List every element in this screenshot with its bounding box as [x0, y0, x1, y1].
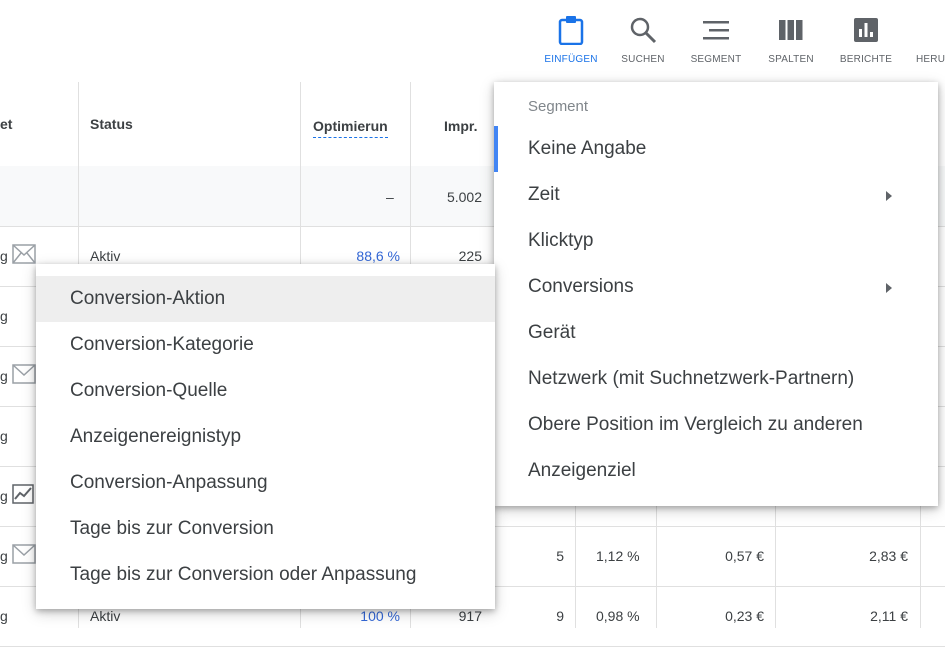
header-col0[interactable]: et — [0, 116, 12, 132]
row-cpc: 0,23 € — [725, 608, 764, 624]
conversions-submenu: Conversion-Aktion Conversion-Kategorie C… — [36, 264, 495, 609]
submenu-item-days-to-conversion-or-adjustment[interactable]: Tage bis zur Conversion oder Anpassung — [36, 552, 495, 598]
segment-item-network[interactable]: Netzwerk (mit Suchnetzwerk-Partnern) — [494, 356, 938, 402]
segment-item-label: Klicktyp — [528, 230, 594, 251]
submenu-item-label: Conversion-Aktion — [70, 288, 226, 309]
segment-item-label: Anzeigenziel — [528, 460, 636, 481]
submenu-item-label: Conversion-Anpassung — [70, 472, 268, 493]
segment-item-label: Keine Angabe — [528, 138, 647, 159]
segment-item-ad-goal[interactable]: Anzeigenziel — [494, 448, 938, 494]
segment-item-device[interactable]: Gerät — [494, 310, 938, 356]
submenu-item-label: Conversion-Kategorie — [70, 334, 254, 355]
row-col0: g — [0, 428, 8, 444]
row-optimization[interactable]: 88,6 % — [330, 248, 400, 264]
email-icon — [12, 544, 36, 567]
columns-icon — [756, 14, 826, 46]
total-impressions: 5.002 — [446, 189, 482, 205]
header-optimization-label: Optimierun — [313, 118, 388, 138]
chevron-right-icon — [886, 191, 892, 201]
segment-item-label: Gerät — [528, 322, 576, 343]
submenu-item-label: Tage bis zur Conversion oder Anpassung — [70, 564, 417, 585]
row-status: Aktiv — [90, 248, 121, 264]
row-col0: g — [0, 368, 8, 384]
clipboard-icon — [536, 14, 606, 46]
submenu-item-label: Anzeigenereignistyp — [70, 426, 242, 447]
trend-icon — [12, 484, 34, 507]
row-clicks: 5 — [556, 548, 564, 564]
segment-menu-header: Segment — [528, 98, 589, 115]
download-icon — [904, 14, 945, 46]
chevron-right-icon — [886, 283, 892, 293]
segment-item-none[interactable]: Keine Angabe — [494, 126, 938, 172]
row-col0: g — [0, 488, 8, 504]
header-impressions[interactable]: Impr. — [444, 118, 477, 134]
submenu-item-conversion-category[interactable]: Conversion-Kategorie — [36, 322, 495, 368]
row-col0: g — [0, 548, 8, 564]
insert-label: EINFÜGEN — [544, 54, 598, 65]
segment-item-top-position[interactable]: Obere Position im Vergleich zu anderen — [494, 402, 938, 448]
submenu-item-conversion-adjustment[interactable]: Conversion-Anpassung — [36, 460, 495, 506]
segment-item-label: Obere Position im Vergleich zu anderen — [528, 414, 863, 435]
row-cost: 2,11 € — [870, 608, 908, 624]
row-ctr: 1,12 % — [596, 548, 640, 564]
columns-label: SPALTEN — [768, 54, 814, 65]
segment-icon — [681, 14, 751, 46]
row-optimization[interactable]: 100 % — [330, 608, 400, 624]
row-col0: g — [0, 608, 8, 624]
download-button[interactable]: HERU — [904, 14, 945, 65]
row-status: Aktiv — [90, 608, 121, 624]
row-ctr: 0,98 % — [596, 608, 640, 624]
row-col0: g — [0, 248, 8, 264]
segment-item-time[interactable]: Zeit — [494, 172, 938, 218]
insert-button[interactable]: EINFÜGEN — [536, 14, 606, 65]
row-cost: 2,83 € — [869, 548, 908, 564]
email-icon — [12, 244, 36, 267]
row-impressions: 225 — [458, 248, 482, 264]
reports-icon — [831, 14, 901, 46]
search-icon — [608, 14, 678, 46]
segment-item-clicktype[interactable]: Klicktyp — [494, 218, 938, 264]
segment-item-label: Conversions — [528, 276, 634, 297]
submenu-item-conversion-action[interactable]: Conversion-Aktion — [36, 276, 495, 322]
total-optimization: – — [386, 189, 394, 205]
toolbar: EINFÜGEN SUCHEN SEGMENT SPALTEN BERICHTE… — [0, 0, 945, 82]
email-icon — [12, 364, 36, 387]
segment-label: SEGMENT — [690, 54, 742, 65]
submenu-item-ad-event-type[interactable]: Anzeigenereignistyp — [36, 414, 495, 460]
reports-button[interactable]: BERICHTE — [831, 14, 901, 65]
submenu-item-label: Tage bis zur Conversion — [70, 518, 274, 539]
row-clicks: 9 — [556, 608, 564, 624]
reports-label: BERICHTE — [839, 54, 893, 65]
row-cpc: 0,57 € — [725, 548, 764, 564]
row-impressions: 917 — [458, 608, 482, 624]
columns-button[interactable]: SPALTEN — [756, 14, 826, 65]
segment-item-label: Zeit — [528, 184, 560, 205]
search-button[interactable]: SUCHEN — [608, 14, 678, 65]
submenu-item-days-to-conversion[interactable]: Tage bis zur Conversion — [36, 506, 495, 552]
segment-button[interactable]: SEGMENT — [681, 14, 751, 65]
row-col0: g — [0, 308, 8, 324]
submenu-item-conversion-source[interactable]: Conversion-Quelle — [36, 368, 495, 414]
segment-item-label: Netzwerk (mit Suchnetzwerk-Partnern) — [528, 368, 855, 389]
segment-item-conversions[interactable]: Conversions — [494, 264, 938, 310]
header-optimization[interactable]: Optimierun — [313, 118, 388, 138]
header-status[interactable]: Status — [90, 116, 133, 132]
submenu-item-label: Conversion-Quelle — [70, 380, 228, 401]
segment-menu: Segment Keine Angabe Zeit Klicktyp Conve… — [494, 82, 938, 506]
download-label: HERU — [916, 54, 945, 65]
search-label: SUCHEN — [621, 54, 665, 65]
